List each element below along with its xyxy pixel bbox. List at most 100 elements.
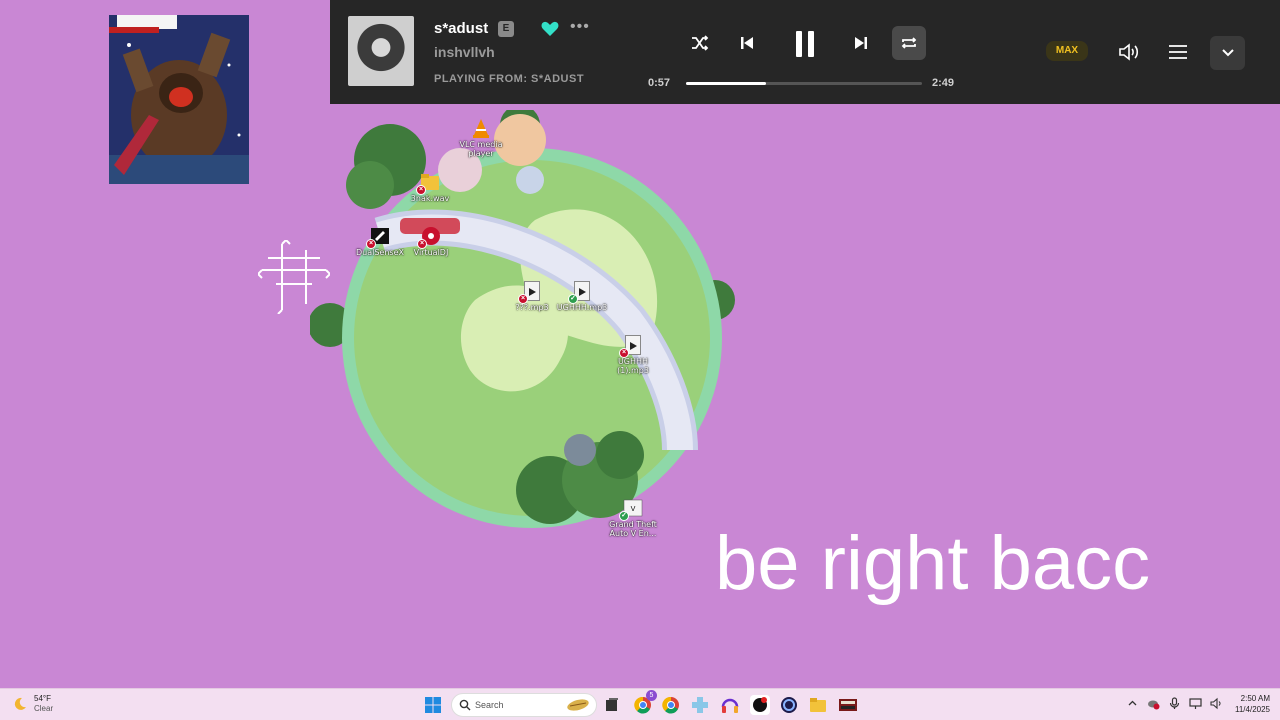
chrome-notification-badge: 5: [646, 690, 657, 701]
wallpaper-planet: [310, 110, 750, 540]
moon-icon: [14, 697, 26, 710]
windows-logo-icon: [425, 697, 441, 713]
chrome-icon: [662, 696, 679, 714]
track-title[interactable]: s*adust: [434, 20, 488, 37]
time-total: 2:49: [932, 77, 955, 89]
desktop-icon-ughhh-1-mp3[interactable]: × UGHHH (1).mp3: [601, 334, 665, 375]
desktop-icon-3nak[interactable]: × 3nak.wav: [398, 171, 462, 203]
error-badge-icon: ×: [416, 185, 426, 195]
album-art-poster: [109, 15, 249, 184]
desktop-icon-vlc[interactable]: VLC media player: [449, 117, 513, 158]
desktop-icon-label: 3nak.wav: [410, 194, 450, 203]
skip-forward-icon: [855, 37, 867, 49]
desktop-icon-label: DualSenseX: [356, 248, 404, 257]
shuffle-button[interactable]: [683, 26, 717, 60]
microphone-icon[interactable]: [1168, 697, 1181, 710]
search-highlight-icon: [567, 699, 589, 711]
headphones-icon: [721, 698, 739, 713]
previous-track-button[interactable]: [730, 26, 764, 60]
cross-emblem-icon: [256, 238, 332, 315]
audio-file-icon: ×: [518, 280, 543, 304]
circle-app-icon: [781, 697, 797, 713]
desktop-icon-label: VirtualDJ: [413, 248, 449, 257]
queue-button[interactable]: [1161, 35, 1195, 69]
task-view-icon: [606, 698, 618, 711]
sync-ok-badge-icon: ✓: [568, 294, 578, 304]
audio-quality-badge[interactable]: MAX: [1046, 41, 1088, 61]
repeat-icon: [901, 37, 917, 49]
plus-cross-icon: [692, 697, 708, 713]
shuffle-icon: [692, 35, 709, 51]
desktop-icon-label: Grand Theft Auto V En...: [609, 520, 657, 538]
desktop-icon-gta-v[interactable]: V ✓ Grand Theft Auto V En...: [601, 497, 665, 538]
error-badge-icon: ×: [366, 239, 376, 249]
folder-icon: [810, 698, 826, 712]
taskbar-music-app[interactable]: [750, 695, 770, 715]
start-button[interactable]: [425, 697, 441, 713]
menu-lines-icon: [1169, 45, 1187, 59]
error-badge-icon: ×: [619, 348, 629, 358]
weather-temperature: 54°F: [34, 694, 51, 703]
repeat-button[interactable]: [892, 26, 926, 60]
time-elapsed: 0:57: [648, 77, 671, 89]
search-icon: [459, 699, 471, 711]
vlc-icon: [470, 117, 492, 139]
favorite-heart-icon[interactable]: [540, 19, 560, 39]
track-artist[interactable]: inshvllvh: [434, 44, 495, 60]
explicit-badge: E: [498, 21, 514, 37]
now-playing-cover-art[interactable]: [348, 16, 414, 86]
seek-bar-fill: [686, 82, 767, 85]
playing-from-label: PLAYING FROM: S*ADUST: [434, 73, 585, 85]
taskbar-file-explorer[interactable]: [808, 695, 828, 715]
seek-bar[interactable]: [686, 82, 922, 85]
skip-back-icon: [741, 37, 753, 49]
desktop-icon-label: ???.mp3: [515, 303, 549, 312]
error-badge-icon: ×: [518, 294, 528, 304]
taskbar-circle-app[interactable]: [779, 695, 799, 715]
clock-date: 11/4/2025: [1235, 705, 1270, 714]
taskbar-clock[interactable]: 2:50 AM 11/4/2025: [1226, 693, 1270, 715]
audio-file-icon: ✓: [568, 280, 593, 304]
chevron-up-icon[interactable]: [1126, 697, 1139, 710]
folder-icon: ×: [416, 171, 441, 195]
desktop-icon-label: UGHHH (1).mp3: [617, 357, 649, 375]
clock-time: 2:50 AM: [1240, 694, 1270, 703]
network-icon[interactable]: [1189, 697, 1202, 710]
next-track-button[interactable]: [844, 26, 878, 60]
game-app-icon: [839, 699, 857, 711]
taskbar-gamepad-app[interactable]: [690, 695, 710, 715]
music-app-icon: [753, 697, 767, 712]
sync-ok-badge-icon: ✓: [619, 511, 629, 521]
weather-condition: Clear: [34, 704, 54, 713]
taskbar-search-input[interactable]: Search: [451, 693, 597, 717]
taskbar-game-app[interactable]: [838, 695, 858, 715]
pause-button[interactable]: [785, 24, 825, 64]
chevron-down-icon: [1221, 49, 1234, 57]
cloud-status-icon[interactable]: [1147, 697, 1160, 710]
taskbar-chrome-profile[interactable]: 5: [633, 690, 657, 715]
more-options-button[interactable]: •••: [570, 18, 590, 36]
desktop-icon-label: UGHHH.mp3: [556, 303, 608, 312]
error-badge-icon: ×: [417, 239, 427, 249]
svg-text:V: V: [631, 505, 636, 513]
taskbar-headphones-app[interactable]: [720, 695, 740, 715]
desktop-icon-virtualdj[interactable]: × VirtualDJ: [399, 225, 463, 257]
desktop-icon-label: VLC media player: [459, 140, 503, 158]
taskbar: 54°F Clear Search 5 2:50 AM 11/4/2025: [0, 688, 1280, 720]
taskbar-chrome[interactable]: [661, 695, 681, 715]
pause-icon: [796, 31, 814, 57]
gta-icon: V ✓: [619, 497, 644, 521]
collapse-player-button[interactable]: [1210, 36, 1245, 70]
system-tray: [1126, 697, 1223, 710]
music-player-bar: s*adust E ••• inshvllvh PLAYING FROM: S*…: [330, 0, 1280, 104]
dualsensex-icon: ×: [366, 225, 391, 249]
virtualdj-icon: ×: [417, 225, 442, 249]
speaker-icon: [1119, 43, 1139, 61]
volume-icon[interactable]: [1210, 697, 1223, 710]
weather-widget[interactable]: 54°F Clear: [12, 694, 53, 714]
task-view-button[interactable]: [602, 695, 622, 715]
desktop-icon-ughhh-mp3[interactable]: ✓ UGHHH.mp3: [550, 280, 614, 312]
volume-button[interactable]: [1112, 35, 1146, 69]
audio-file-icon: ×: [619, 334, 644, 358]
search-placeholder: Search: [475, 700, 504, 710]
